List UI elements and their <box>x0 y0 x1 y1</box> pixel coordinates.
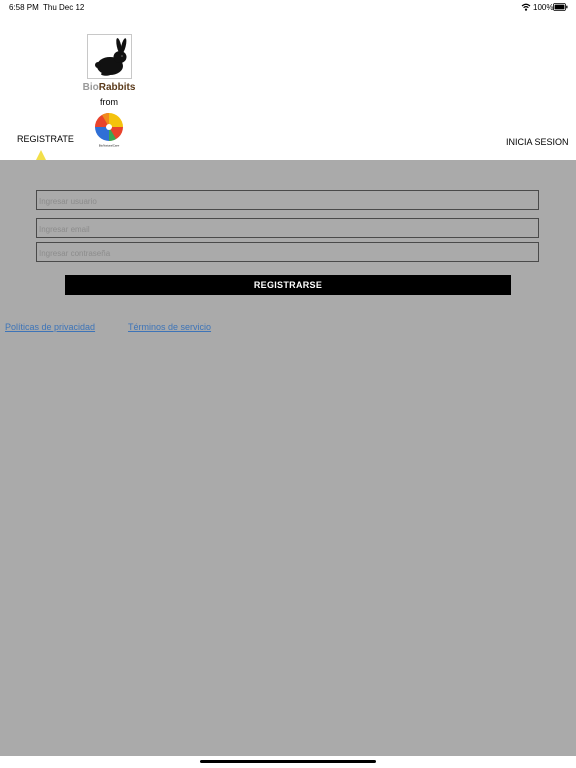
home-indicator[interactable] <box>200 760 376 763</box>
terms-of-service-link[interactable]: Términos de servicio <box>128 322 211 332</box>
header: BioRabbits from BioNaturalCare REGISTRAT… <box>0 16 576 160</box>
brand-name-rabbits: Rabbits <box>98 82 136 93</box>
partner-logo: BioNaturalCare <box>92 112 126 148</box>
brand-name-bio: Bio <box>82 82 99 93</box>
register-button[interactable]: REGISTRARSE <box>65 275 511 295</box>
partner-logo-text: BioNaturalCare <box>99 144 120 148</box>
username-input[interactable] <box>37 192 538 211</box>
wifi-icon <box>521 3 531 11</box>
username-field-box <box>36 190 539 211</box>
battery-percentage: 100% <box>533 3 554 12</box>
from-label: from <box>100 97 118 107</box>
active-tab-indicator <box>36 150 46 160</box>
battery-icon <box>553 3 568 11</box>
rabbit-icon <box>95 38 127 76</box>
tab-login[interactable]: INICIA SESION <box>506 137 569 147</box>
privacy-policy-link[interactable]: Políticas de privacidad <box>5 322 95 332</box>
registration-form: REGISTRARSE Políticas de privacidad Térm… <box>0 160 576 756</box>
status-bar: 6:58 PM Thu Dec 12 100% <box>0 0 576 16</box>
password-field-box <box>36 242 539 263</box>
tab-register[interactable]: REGISTRATE <box>17 134 74 144</box>
password-input[interactable] <box>37 244 538 263</box>
status-time: 6:58 PM <box>9 3 39 12</box>
brand-name: BioRabbits <box>70 82 148 93</box>
status-date: Thu Dec 12 <box>43 3 85 12</box>
bottom-bar <box>0 756 576 768</box>
biorabbits-logo <box>87 34 132 79</box>
email-input[interactable] <box>37 220 538 239</box>
email-field-box <box>36 218 539 239</box>
